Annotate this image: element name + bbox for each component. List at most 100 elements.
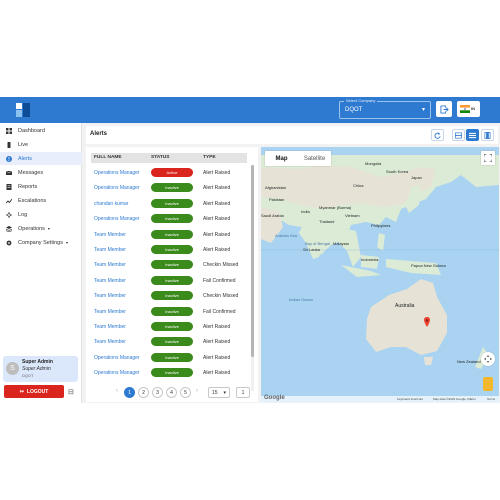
user-card[interactable]: S Super Admin Super Admin DQOT bbox=[3, 356, 78, 382]
map-label: Afghanistan bbox=[265, 185, 287, 190]
table-row[interactable]: chandan kumar Inactive Alert Raised bbox=[91, 196, 247, 211]
row-full-name[interactable]: Team Member bbox=[94, 293, 126, 299]
tab-satellite[interactable]: Satellite bbox=[298, 151, 331, 166]
terms-link[interactable]: Terms bbox=[487, 397, 495, 401]
operations-icon bbox=[6, 225, 12, 232]
list-view-icon bbox=[469, 132, 476, 138]
sidebar-item-dashboard[interactable]: Dashboard bbox=[0, 124, 82, 137]
user-name: Super Admin bbox=[22, 359, 53, 365]
row-full-name[interactable]: Team Member bbox=[94, 262, 126, 268]
sidebar-item-messages[interactable]: Messages bbox=[0, 166, 82, 179]
map-label: China bbox=[353, 183, 364, 188]
page-button-4[interactable]: 4 bbox=[166, 387, 177, 398]
row-type: Alert Raised bbox=[203, 339, 231, 346]
table-row[interactable]: Team Member Inactive Alert Raised bbox=[91, 319, 247, 334]
row-full-name[interactable]: Team Member bbox=[94, 339, 126, 345]
collapse-sidebar-icon[interactable]: ⊟ bbox=[68, 388, 74, 396]
split-view-button[interactable] bbox=[452, 129, 465, 141]
page-size-select[interactable]: 15 ▾ bbox=[208, 387, 230, 398]
row-type: Alert Raised bbox=[203, 324, 231, 330]
row-type: Alert Raised bbox=[203, 247, 231, 253]
map-label: Thailand bbox=[319, 219, 335, 224]
street-view-pegman-icon[interactable] bbox=[483, 377, 493, 391]
status-badge: Inactive bbox=[151, 198, 193, 208]
sidebar-item-alerts[interactable]: Alerts bbox=[0, 152, 82, 165]
table-row[interactable]: Team Member Inactive Checkin Missed bbox=[91, 257, 247, 272]
table-row[interactable]: Operations Manager Inactive Alert Raised bbox=[91, 180, 247, 195]
refresh-button[interactable] bbox=[431, 129, 444, 141]
list-view-button[interactable] bbox=[466, 129, 479, 141]
goto-page-input[interactable]: 1 bbox=[236, 387, 250, 398]
table-row[interactable]: Operations Manager Inactive Alert Raised bbox=[91, 211, 247, 226]
map-view[interactable]: Kazakhstan Mongolia China Afghanistan Pa… bbox=[261, 147, 499, 402]
chevron-down-icon: ▾ bbox=[47, 226, 50, 231]
row-full-name[interactable]: Team Member bbox=[94, 324, 126, 330]
table-scrollbar-thumb[interactable] bbox=[251, 165, 254, 357]
status-badge: Inactive bbox=[151, 183, 193, 193]
sidebar-item-label: Operations bbox=[18, 225, 45, 232]
sidebar-item-reports[interactable]: Reports bbox=[0, 180, 82, 193]
row-full-name[interactable]: Team Member bbox=[94, 247, 126, 253]
row-full-name[interactable]: chandan kumar bbox=[94, 201, 128, 207]
map-copyright: Map data ©2023 Google, INEGI bbox=[433, 397, 476, 401]
row-full-name[interactable]: Team Member bbox=[94, 278, 126, 284]
map-label: Mongolia bbox=[365, 161, 382, 166]
chevron-down-icon: ▾ bbox=[223, 389, 226, 396]
table-row[interactable]: Operations Manager Inactive Alert Raised bbox=[91, 365, 247, 380]
row-full-name[interactable]: Operations Manager bbox=[94, 216, 140, 222]
status-badge: Inactive bbox=[151, 245, 193, 254]
table-scrollbar[interactable] bbox=[251, 165, 254, 391]
status-badge: Inactive bbox=[151, 368, 193, 378]
sidebar-item-log[interactable]: Log bbox=[0, 208, 82, 221]
sidebar-item-operations[interactable]: Operations ▾ bbox=[0, 222, 82, 235]
row-full-name[interactable]: Team Member bbox=[94, 309, 126, 315]
map-view-button[interactable] bbox=[481, 129, 494, 141]
sidebar-item-label: Escalations bbox=[18, 197, 47, 204]
table-row[interactable]: Team Member Inactive Fail Confirmed bbox=[91, 304, 247, 319]
row-full-name[interactable]: Operations Manager bbox=[94, 170, 140, 176]
column-header-status[interactable]: STATUS bbox=[151, 155, 169, 160]
row-full-name[interactable]: Operations Manager bbox=[94, 185, 140, 191]
row-type: Fail Confirmed bbox=[203, 308, 236, 315]
refresh-icon bbox=[434, 131, 441, 139]
row-type: Checkin Missed bbox=[203, 293, 239, 300]
next-page-icon[interactable]: › bbox=[196, 388, 198, 394]
column-header-full-name[interactable]: FULL NAME bbox=[94, 155, 122, 160]
table-row[interactable]: Operations Manager Active Alert Raised bbox=[91, 165, 247, 180]
table-row[interactable]: Operations Manager Inactive Alert Raised bbox=[91, 350, 247, 365]
company-select[interactable]: Select Company DQOT ▾ bbox=[339, 98, 431, 119]
sidebar-item-company-settings[interactable]: Company Settings ▾ bbox=[0, 236, 82, 249]
sidebar-item-live[interactable]: Live bbox=[0, 138, 82, 151]
google-logo: Google bbox=[264, 395, 285, 401]
column-header-type[interactable]: TYPE bbox=[203, 155, 216, 160]
table-row[interactable]: Team Member Inactive Alert Raised bbox=[91, 334, 247, 349]
tab-map[interactable]: Map bbox=[265, 151, 298, 166]
logout-top-button[interactable] bbox=[436, 101, 452, 117]
language-select[interactable]: IN bbox=[457, 101, 480, 117]
row-full-name[interactable]: Operations Manager bbox=[94, 370, 140, 376]
page-button-1[interactable]: 1 bbox=[124, 387, 135, 398]
sidebar-item-escalations[interactable]: Escalations bbox=[0, 194, 82, 207]
table-row[interactable]: Team Member Inactive Fail Confirmed bbox=[91, 273, 247, 288]
logout-button[interactable]: ↦ LOGOUT bbox=[4, 385, 64, 398]
status-badge: Inactive bbox=[151, 291, 193, 301]
logout-label: LOGOUT bbox=[26, 388, 49, 395]
camera-control-button[interactable] bbox=[481, 352, 495, 366]
table-row[interactable]: Team Member Inactive Alert Raised bbox=[91, 227, 247, 242]
status-badge: Active bbox=[151, 168, 193, 177]
table-row[interactable]: Team Member Inactive Checkin Missed bbox=[91, 288, 247, 303]
map-label: Australia bbox=[395, 303, 415, 309]
sidebar-item-label: Reports bbox=[18, 183, 38, 190]
row-full-name[interactable]: Operations Manager bbox=[94, 355, 140, 361]
row-full-name[interactable]: Team Member bbox=[94, 232, 126, 238]
escalations-icon bbox=[6, 198, 12, 204]
prev-page-icon[interactable]: ‹ bbox=[116, 388, 118, 394]
fullscreen-button[interactable] bbox=[481, 151, 495, 165]
page-button-2[interactable]: 2 bbox=[138, 387, 149, 398]
live-icon bbox=[6, 141, 12, 148]
page-button-3[interactable]: 3 bbox=[152, 387, 163, 398]
keyboard-shortcuts-link[interactable]: Keyboard shortcuts bbox=[397, 397, 423, 401]
page-button-5[interactable]: 5 bbox=[180, 387, 191, 398]
sidebar-item-label: Company Settings bbox=[18, 239, 63, 246]
table-row[interactable]: Team Member Inactive Alert Raised bbox=[91, 242, 247, 257]
